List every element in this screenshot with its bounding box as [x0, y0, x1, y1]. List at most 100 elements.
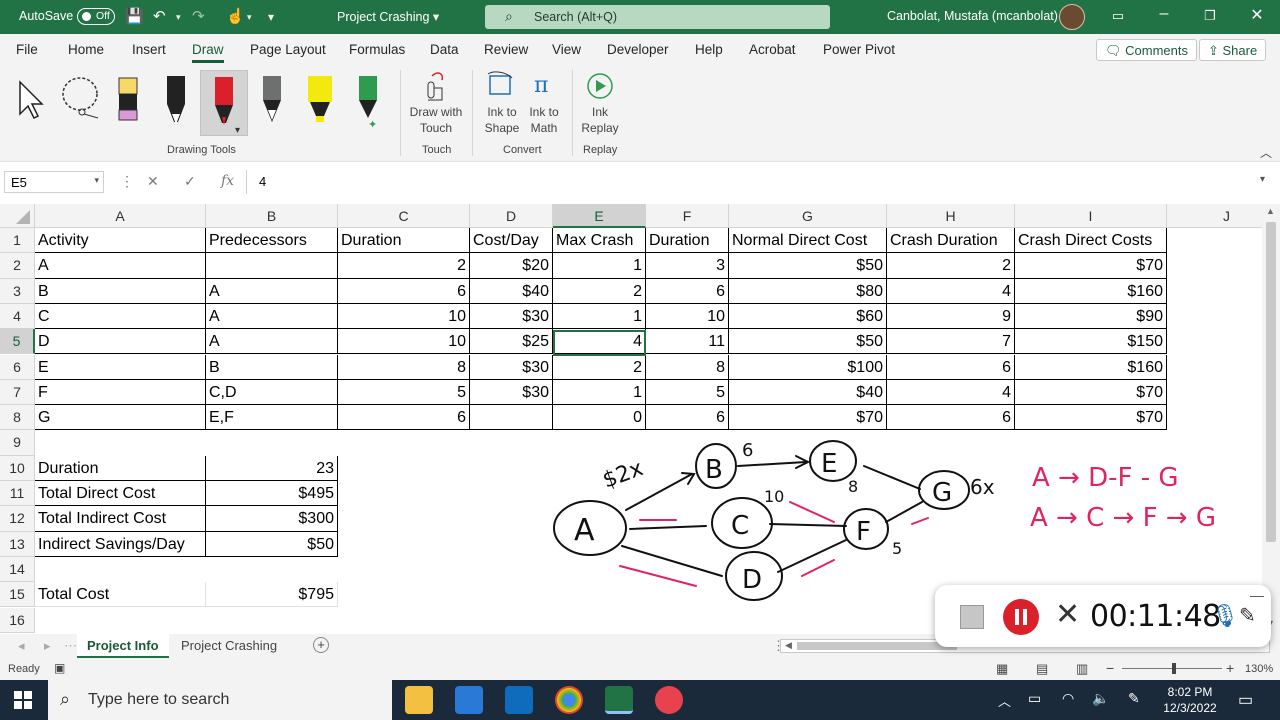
battery-icon[interactable]: ▭: [1028, 690, 1041, 707]
select-tool[interactable]: [10, 70, 56, 132]
pen-tool-red[interactable]: ▾: [200, 70, 248, 136]
zoom-thumb[interactable]: [1172, 663, 1176, 674]
avatar[interactable]: [1059, 4, 1085, 30]
document-title[interactable]: Project Crashing ▾: [337, 9, 439, 24]
ink-critical-path-1: A → D-F - G: [1032, 463, 1179, 493]
pen-icon[interactable]: ✎: [1239, 603, 1256, 628]
scroll-up-icon[interactable]: ▲: [1266, 206, 1275, 216]
tab-file[interactable]: File: [16, 42, 38, 57]
minimize-icon[interactable]: –: [1154, 5, 1174, 23]
expand-formula-bar-icon[interactable]: ▾: [1260, 174, 1265, 185]
taskbar-clock[interactable]: 8:02 PM 12/3/2022: [1160, 684, 1220, 716]
touch-mode-icon[interactable]: ☝: [226, 7, 245, 25]
zoom-in-icon[interactable]: +: [1226, 660, 1234, 676]
undo-icon[interactable]: ↶: [153, 7, 166, 25]
outlook-icon[interactable]: [505, 686, 533, 714]
lasso-icon: [62, 77, 99, 119]
sheet-tab-project-crashing[interactable]: Project Crashing: [171, 634, 287, 658]
cancel-icon[interactable]: ✕: [147, 173, 159, 190]
show-hidden-icons[interactable]: ︿: [998, 691, 1011, 710]
page-break-view-icon[interactable]: ▥: [1076, 661, 1088, 677]
normal-view-icon[interactable]: ▦: [996, 661, 1008, 677]
taskbar-search-placeholder: Type here to search: [88, 691, 230, 708]
sheet-tab-project-info[interactable]: Project Info: [77, 634, 169, 658]
action-pen-green[interactable]: ✦: [346, 70, 392, 132]
name-box[interactable]: E5 ▾: [4, 171, 104, 193]
minimize-recorder-icon[interactable]: —: [1250, 587, 1264, 603]
page-layout-view-icon[interactable]: ▤: [1036, 661, 1048, 677]
wifi-icon[interactable]: ◠: [1062, 690, 1074, 707]
touch-dropdown-icon[interactable]: ▾: [247, 12, 252, 23]
pen-tool-black[interactable]: [154, 70, 200, 132]
tab-insert[interactable]: Insert: [132, 42, 166, 57]
ink-critical-path-2: A → C → F → G: [1030, 503, 1216, 533]
lasso-tool[interactable]: [58, 70, 104, 132]
pause-button[interactable]: [1003, 599, 1039, 635]
add-sheet-icon[interactable]: +: [313, 637, 329, 653]
tab-review[interactable]: Review: [484, 42, 528, 57]
tab-home[interactable]: Home: [68, 42, 104, 57]
ready-status: Ready: [8, 663, 40, 675]
hscroll-thumb[interactable]: [797, 642, 957, 650]
microphone-icon[interactable]: 🎙: [1211, 603, 1239, 629]
tab-view[interactable]: View: [552, 42, 581, 57]
restore-icon[interactable]: ❐: [1200, 8, 1220, 24]
recorder-app-icon[interactable]: [655, 686, 683, 714]
tab-draw[interactable]: Draw: [192, 42, 224, 63]
group-divider: [572, 70, 573, 156]
ink-replay-button[interactable]: Ink Replay: [578, 68, 622, 140]
tab-page-layout[interactable]: Page Layout: [250, 42, 326, 57]
enter-icon[interactable]: ✓: [184, 173, 196, 190]
insert-function-icon[interactable]: fx: [221, 173, 234, 189]
scroll-thumb[interactable]: [1266, 222, 1276, 542]
search-icon: ⌕: [505, 8, 513, 24]
store-icon[interactable]: [455, 686, 483, 714]
tab-data[interactable]: Data: [430, 42, 459, 57]
zoom-level[interactable]: 130%: [1245, 663, 1273, 675]
collapse-ribbon-icon[interactable]: ︿: [1260, 144, 1272, 161]
search-box[interactable]: ⌕ Search (Alt+Q): [485, 5, 830, 29]
tab-power-pivot[interactable]: Power Pivot: [823, 42, 895, 57]
pencil-icon: [263, 76, 281, 122]
tab-formulas[interactable]: Formulas: [349, 42, 405, 57]
pen-tool-gray[interactable]: [250, 70, 296, 132]
tab-developer[interactable]: Developer: [607, 42, 669, 57]
undo-dropdown-icon[interactable]: ▾: [176, 12, 181, 23]
formula-input[interactable]: 4: [259, 174, 266, 189]
next-sheet-icon[interactable]: ▸: [44, 638, 51, 654]
red-pen-icon: ▾: [215, 77, 240, 136]
ink-to-shape-icon: [487, 71, 513, 95]
pen-workspace-icon[interactable]: ✎: [1128, 690, 1140, 707]
taskbar-search[interactable]: ⌕ Type here to search: [48, 680, 392, 720]
more-sheets-icon[interactable]: ⋯: [64, 638, 77, 654]
prev-sheet-icon[interactable]: ◂: [18, 638, 25, 654]
ink-to-shape-button[interactable]: Ink to Shape: [480, 68, 524, 140]
excel-icon[interactable]: [605, 686, 633, 714]
user-name[interactable]: Canbolat, Mustafa (mcanbolat): [887, 9, 1058, 23]
notifications-icon[interactable]: ▭: [1238, 690, 1253, 710]
volume-icon[interactable]: 🔈: [1092, 690, 1109, 707]
draw-with-touch-button[interactable]: Draw with Touch: [404, 68, 468, 140]
share-button[interactable]: ⇪ Share: [1199, 39, 1267, 61]
accessibility-icon[interactable]: ▣: [54, 661, 65, 675]
vertical-scrollbar[interactable]: ▲ ▼: [1262, 204, 1280, 634]
ribbon-display-icon[interactable]: ▭: [1108, 8, 1128, 24]
zoom-out-icon[interactable]: −: [1106, 660, 1114, 676]
tab-acrobat[interactable]: Acrobat: [749, 42, 796, 57]
highlighter-yellow[interactable]: [298, 70, 344, 132]
highlighter-icon: [308, 76, 332, 122]
stop-button[interactable]: [960, 605, 984, 629]
file-explorer-icon[interactable]: [405, 686, 433, 714]
redo-icon[interactable]: ↷: [192, 7, 205, 25]
chrome-icon[interactable]: [555, 686, 583, 714]
scroll-left-icon[interactable]: ◀: [785, 640, 792, 651]
close-icon[interactable]: ✕: [1247, 5, 1267, 25]
tab-help[interactable]: Help: [695, 42, 723, 57]
discard-icon[interactable]: ✕: [1055, 597, 1080, 632]
save-icon[interactable]: 💾: [125, 7, 144, 25]
customize-qat-icon[interactable]: ▾: [268, 10, 274, 24]
ink-to-math-button[interactable]: π Ink to Math: [522, 68, 566, 140]
comments-button[interactable]: 🗨 Comments: [1096, 39, 1197, 61]
pen-tool-pink[interactable]: [106, 70, 152, 132]
autosave-toggle[interactable]: Off: [77, 8, 115, 25]
